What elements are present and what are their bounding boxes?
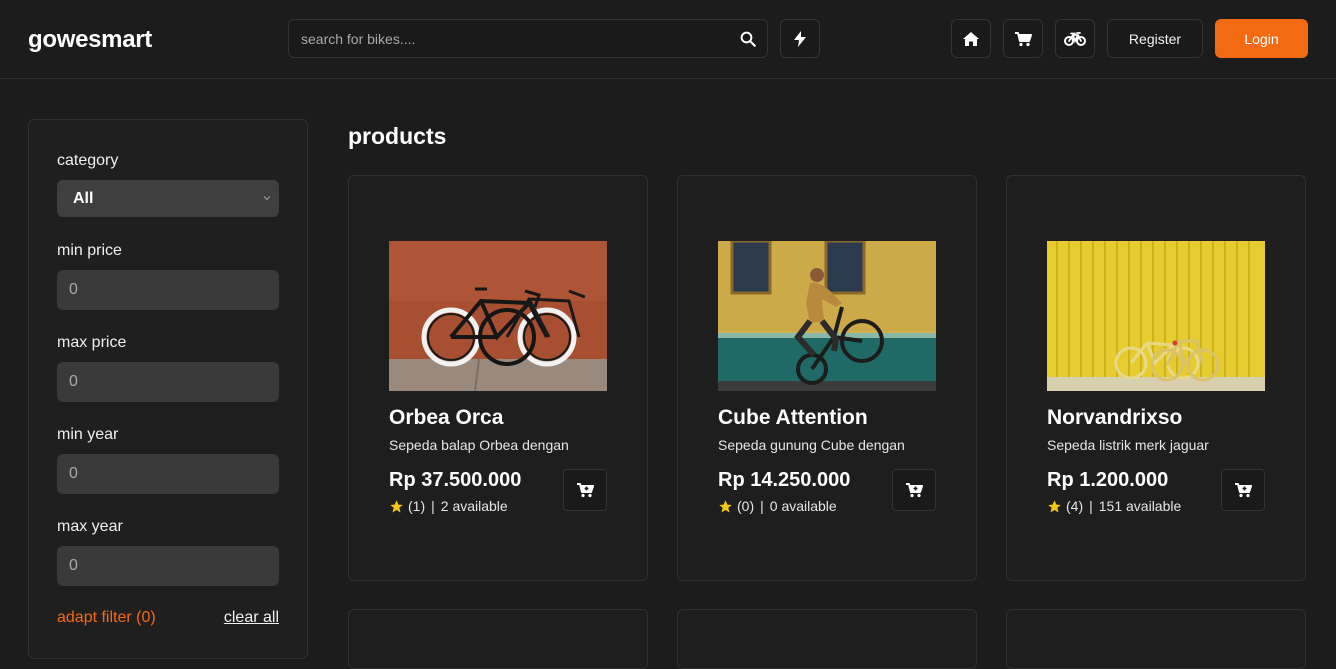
cart-icon (1015, 31, 1032, 46)
product-description: Sepeda balap Orbea dengan (389, 437, 569, 453)
search-bar (288, 19, 768, 58)
product-meta: (4) | 151 available (1047, 498, 1181, 514)
meta-separator: | (431, 498, 435, 514)
product-image[interactable] (389, 241, 607, 391)
rating-count: (0) (737, 498, 755, 514)
cart-button[interactable] (1003, 19, 1043, 58)
product-card[interactable] (348, 609, 648, 669)
min-price-input[interactable]: 0 (57, 270, 279, 310)
product-price: Rp 14.250.000 (718, 469, 851, 491)
filter-sidebar: category All min price 0 max price 0 min… (28, 119, 308, 659)
min-year-input[interactable]: 0 (57, 454, 279, 494)
bike-icon (1064, 31, 1086, 46)
cart-plus-icon (1235, 483, 1252, 498)
product-name[interactable]: Cube Attention (718, 406, 868, 430)
home-icon (963, 31, 979, 46)
category-select[interactable]: All (57, 180, 279, 217)
add-to-cart-button[interactable] (892, 469, 936, 511)
search-icon[interactable] (739, 30, 757, 48)
login-button[interactable]: Login (1215, 19, 1308, 58)
product-name[interactable]: Norvandrixso (1047, 406, 1182, 430)
meta-separator: | (1089, 498, 1093, 514)
product-description: Sepeda gunung Cube dengan (718, 437, 905, 453)
product-image[interactable] (1047, 241, 1265, 391)
star-icon (1048, 499, 1061, 512)
min-year-label: min year (57, 426, 119, 443)
register-button[interactable]: Register (1107, 19, 1203, 58)
product-card[interactable]: Norvandrixso Sepeda listrik merk jaguar … (1006, 175, 1306, 581)
bikes-button[interactable] (1055, 19, 1095, 58)
home-button[interactable] (951, 19, 991, 58)
bolt-icon (794, 30, 806, 47)
page-title: products (348, 123, 447, 149)
stock-availability: 0 available (769, 498, 837, 514)
category-label: category (57, 152, 119, 169)
product-card[interactable]: Orbea Orca Sepeda balap Orbea dengan Rp … (348, 175, 648, 581)
stock-availability: 151 available (1098, 498, 1182, 514)
max-price-label: max price (57, 334, 127, 351)
max-year-input[interactable]: 0 (57, 546, 279, 586)
product-image[interactable] (718, 241, 936, 391)
chevron-down-icon (263, 196, 271, 201)
product-description: Sepeda listrik merk jaguar (1047, 437, 1209, 453)
navbar: gowesmart Register Login (0, 0, 1336, 79)
product-card[interactable] (1006, 609, 1306, 669)
flash-sale-button[interactable] (780, 19, 820, 58)
brand-logo[interactable]: gowesmart (28, 26, 152, 54)
adapt-filter-button[interactable]: adapt filter (0) (57, 609, 156, 627)
product-meta: (1) | 2 available (389, 498, 508, 514)
product-card[interactable]: Cube Attention Sepeda gunung Cube dengan… (677, 175, 977, 581)
rating-count: (4) (1066, 498, 1084, 514)
max-price-input[interactable]: 0 (57, 362, 279, 402)
meta-separator: | (760, 498, 764, 514)
category-select-value: All (73, 189, 94, 207)
product-card[interactable] (677, 609, 977, 669)
product-price: Rp 1.200.000 (1047, 469, 1169, 491)
product-name[interactable]: Orbea Orca (389, 406, 503, 430)
min-price-label: min price (57, 242, 122, 259)
star-icon (719, 499, 732, 512)
star-icon (390, 499, 403, 512)
rating-count: (1) (408, 498, 426, 514)
cart-plus-icon (906, 483, 923, 498)
cart-plus-icon (577, 483, 594, 498)
add-to-cart-button[interactable] (1221, 469, 1265, 511)
product-price: Rp 37.500.000 (389, 469, 522, 491)
stock-availability: 2 available (440, 498, 508, 514)
clear-all-link[interactable]: clear all (224, 609, 279, 627)
max-year-label: max year (57, 518, 123, 535)
product-meta: (0) | 0 available (718, 498, 837, 514)
search-input[interactable] (289, 20, 729, 57)
add-to-cart-button[interactable] (563, 469, 607, 511)
